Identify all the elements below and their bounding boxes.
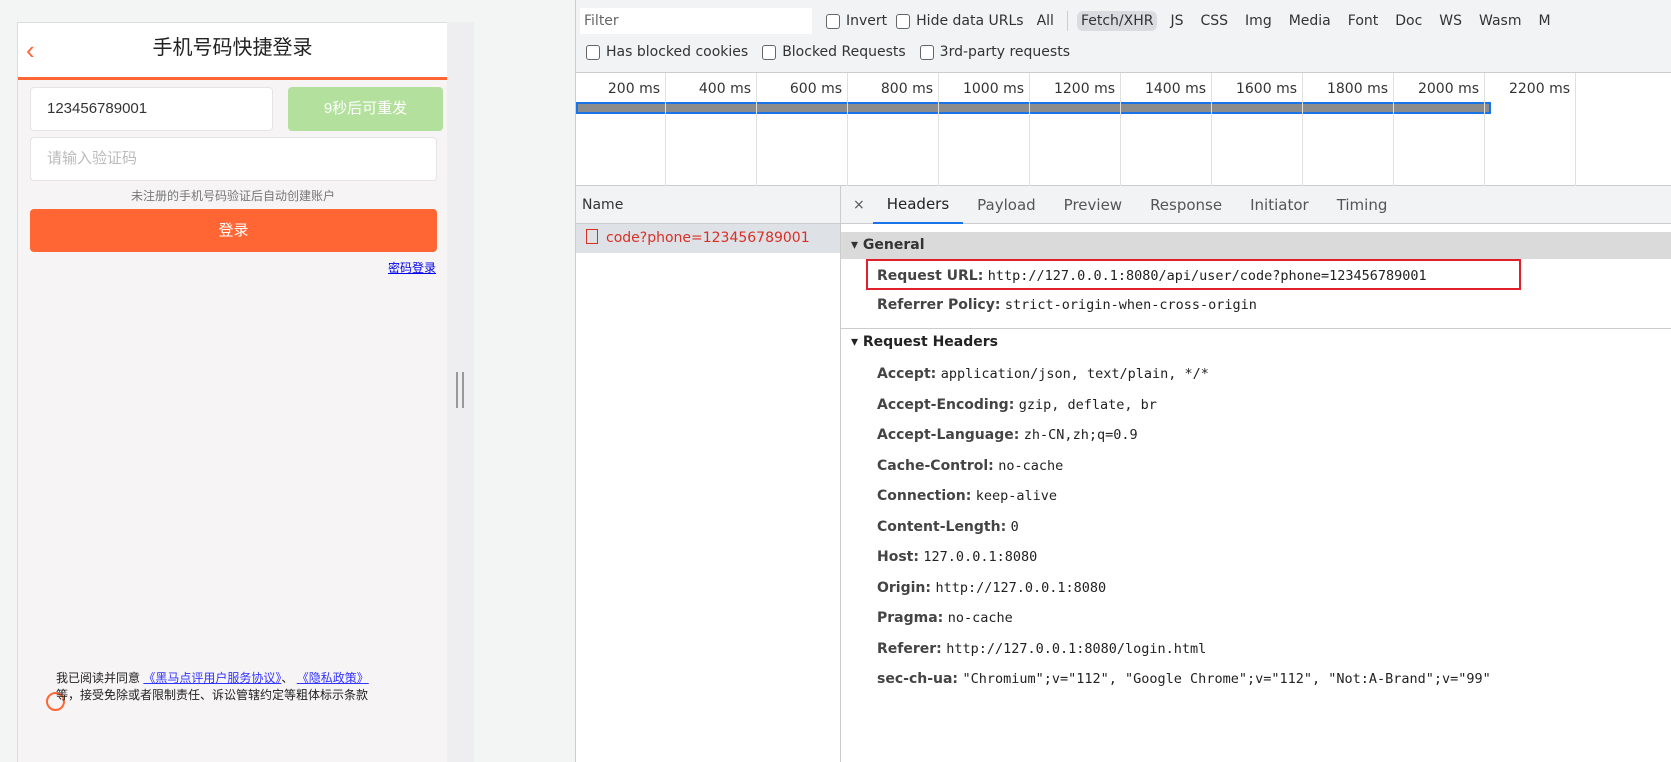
header-value: 0 bbox=[1010, 518, 1019, 535]
header-name: Content-Length: bbox=[877, 518, 1007, 535]
hide-data-urls-checkbox[interactable]: Hide data URLs bbox=[896, 13, 1024, 29]
checkbox-has-blocked-cookies[interactable]: Has blocked cookies bbox=[586, 44, 748, 60]
header-value: "Chromium";v="112", "Google Chrome";v="1… bbox=[962, 671, 1491, 687]
type-filter-all[interactable]: All bbox=[1033, 11, 1058, 31]
timeline-tick-label: 2200 ms bbox=[1508, 81, 1570, 97]
tab-timing[interactable]: Timing bbox=[1323, 187, 1402, 223]
filter-toolbar: Filter Invert Hide data URLs All Fetch/XH… bbox=[576, 0, 1671, 72]
header-name: Pragma: bbox=[877, 610, 944, 626]
name-column-header[interactable]: Name bbox=[576, 186, 840, 224]
header-name: Request URL: bbox=[877, 268, 984, 284]
filter-input[interactable]: Filter bbox=[580, 8, 812, 34]
header-value: 127.0.0.1:8080 bbox=[923, 549, 1038, 565]
header-row: Accept-Language: zh-CN,zh;q=0.9 bbox=[841, 420, 1671, 451]
header-value: strict-origin-when-cross-origin bbox=[1004, 296, 1257, 313]
header-name: Accept-Encoding: bbox=[877, 396, 1015, 413]
page-header: ‹ 手机号码快捷登录 bbox=[18, 23, 447, 80]
type-filter-doc[interactable]: Doc bbox=[1391, 11, 1426, 31]
header-name: Origin: bbox=[877, 579, 931, 596]
header-value: http://127.0.0.1:8080/api/user/code?phon… bbox=[987, 268, 1427, 284]
header-row: Connection: keep-alive bbox=[841, 481, 1671, 512]
agree-suffix: 等，接受免除或者限制责任、诉讼管辖约定等粗体标示条款 bbox=[56, 688, 369, 702]
file-icon bbox=[586, 229, 598, 244]
divider bbox=[1066, 11, 1068, 31]
type-filter-img[interactable]: Img bbox=[1241, 11, 1276, 31]
header-value: zh-CN,zh;q=0.9 bbox=[1023, 427, 1138, 443]
close-icon[interactable]: × bbox=[853, 197, 865, 213]
header-name: Accept-Language: bbox=[877, 427, 1020, 443]
checkbox-blocked-requests[interactable]: Blocked Requests bbox=[762, 44, 906, 60]
header-name: Referrer Policy: bbox=[877, 296, 1001, 313]
general-row: Request URL: http://127.0.0.1:8080/api/u… bbox=[866, 259, 1521, 290]
type-filter-ws[interactable]: WS bbox=[1435, 11, 1466, 31]
header-row: Cache-Control: no-cache bbox=[841, 451, 1671, 482]
agree-prefix: 我已阅读并同意 bbox=[56, 671, 141, 685]
general-section-header[interactable]: ▾ General bbox=[841, 232, 1671, 259]
type-filter-fetch-xhr[interactable]: Fetch/XHR bbox=[1076, 11, 1158, 31]
password-login-link[interactable]: 密码登录 bbox=[388, 259, 436, 276]
login-button[interactable]: 登录 bbox=[30, 209, 437, 252]
header-name: Cache-Control: bbox=[877, 457, 994, 474]
code-input[interactable]: 请输入验证码 bbox=[30, 137, 437, 181]
header-row: Host: 127.0.0.1:8080 bbox=[841, 542, 1671, 573]
page-viewport: ‹ 手机号码快捷登录 123456789001 9秒后可重发 请输入验证码 未注… bbox=[0, 0, 575, 762]
type-filter-wasm[interactable]: Wasm bbox=[1475, 11, 1525, 31]
type-filter-font[interactable]: Font bbox=[1344, 11, 1382, 31]
mobile-login-page: ‹ 手机号码快捷登录 123456789001 9秒后可重发 请输入验证码 未注… bbox=[17, 22, 447, 762]
agree-sep: 、 bbox=[281, 671, 294, 685]
header-value: http://127.0.0.1:8080 bbox=[935, 579, 1107, 596]
header-name: sec-ch-ua: bbox=[877, 671, 959, 687]
invert-checkbox[interactable]: Invert bbox=[826, 13, 887, 29]
tab-initiator[interactable]: Initiator bbox=[1236, 187, 1323, 223]
header-row: Content-Length: 0 bbox=[841, 512, 1671, 543]
header-value: gzip, deflate, br bbox=[1018, 396, 1157, 413]
header-name: Accept: bbox=[877, 366, 937, 382]
resend-code-button[interactable]: 9秒后可重发 bbox=[288, 87, 443, 131]
agreement-text: 我已阅读并同意 《黑马点评用户服务协议》、 《隐私政策》 等，接受免除或者限制责… bbox=[56, 670, 369, 704]
details-tabs: × Headers Payload Preview Response Initiator… bbox=[841, 186, 1671, 224]
service-agreement-link[interactable]: 《黑马点评用户服务协议》 bbox=[143, 671, 281, 685]
type-filter-media[interactable]: Media bbox=[1285, 11, 1335, 31]
header-row: Pragma: no-cache bbox=[841, 603, 1671, 634]
timeline-gridline bbox=[576, 73, 1576, 187]
tab-preview[interactable]: Preview bbox=[1050, 187, 1136, 223]
tab-headers[interactable]: Headers bbox=[872, 186, 964, 224]
header-value: application/json, text/plain, */* bbox=[940, 366, 1209, 382]
request-row[interactable]: code?phone=123456789001 bbox=[576, 224, 840, 253]
header-name: Host: bbox=[877, 549, 919, 565]
header-row: Referer: http://127.0.0.1:8080/login.htm… bbox=[841, 634, 1671, 665]
header-value: keep-alive bbox=[975, 488, 1058, 504]
tab-response[interactable]: Response bbox=[1136, 187, 1236, 223]
request-headers-section-header[interactable]: ▾ Request Headers bbox=[841, 328, 1671, 355]
type-filter-m[interactable]: M bbox=[1535, 11, 1555, 31]
header-row: Origin: http://127.0.0.1:8080 bbox=[841, 573, 1671, 604]
network-overview-timeline[interactable]: 200 ms 400 ms 600 ms 800 ms 1000 ms 1200 ms 14… bbox=[576, 72, 1671, 187]
page-title: 手机号码快捷登录 bbox=[152, 37, 313, 59]
privacy-policy-link[interactable]: 《隐私政策》 bbox=[297, 671, 369, 685]
checkbox-3rd-party-requests[interactable]: 3rd-party requests bbox=[919, 44, 1070, 60]
general-row: Referrer Policy: strict-origin-when-cros… bbox=[841, 290, 1671, 321]
request-details: × Headers Payload Preview Response Initiator… bbox=[841, 186, 1671, 762]
back-arrow-icon[interactable]: ‹ bbox=[26, 35, 35, 66]
header-row: Accept-Encoding: gzip, deflate, br bbox=[841, 390, 1671, 421]
header-value: no-cache bbox=[947, 610, 1013, 626]
tab-payload[interactable]: Payload bbox=[963, 187, 1050, 223]
type-filter-css[interactable]: CSS bbox=[1196, 11, 1232, 31]
header-name: Connection: bbox=[877, 488, 972, 504]
request-list: Name code?phone=123456789001 bbox=[576, 186, 841, 762]
header-row: sec-ch-ua: "Chromium";v="112", "Google C… bbox=[841, 664, 1671, 695]
request-name: code?phone=123456789001 bbox=[606, 230, 810, 246]
resize-handle[interactable] bbox=[456, 372, 464, 408]
phone-input[interactable]: 123456789001 bbox=[30, 87, 273, 131]
header-value: http://127.0.0.1:8080/login.html bbox=[946, 640, 1207, 657]
register-hint: 未注册的手机号码验证后自动创建账户 bbox=[130, 189, 335, 203]
header-name: Referer: bbox=[877, 640, 942, 657]
type-filter-js[interactable]: JS bbox=[1166, 11, 1187, 31]
header-row: Accept: application/json, text/plain, */… bbox=[841, 359, 1671, 390]
devtools-network-panel: Filter Invert Hide data URLs All Fetch/XH… bbox=[575, 0, 1671, 762]
header-value: no-cache bbox=[998, 457, 1064, 474]
